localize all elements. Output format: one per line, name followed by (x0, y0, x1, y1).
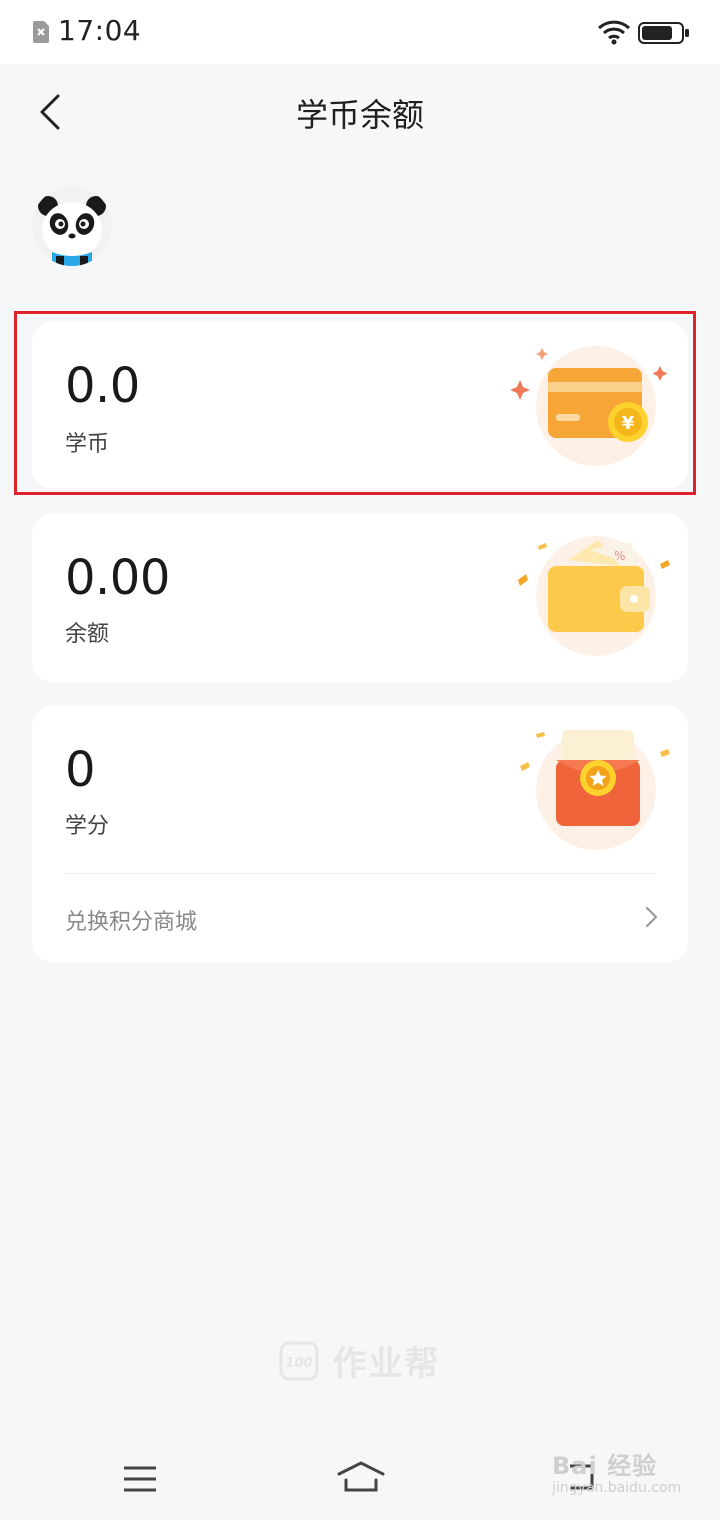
balance-label: 余额 (65, 622, 110, 647)
coin-value: 0.0 (65, 358, 140, 414)
brand-name: 作业帮 (332, 1344, 441, 1384)
header: 学币余额 (0, 64, 720, 160)
brand-footer: 100 作业帮 (0, 1336, 720, 1386)
100-logo-icon: 100 (279, 1341, 319, 1380)
svg-text:%: % (614, 549, 625, 563)
coin-label: 学币 (65, 432, 110, 457)
svg-text:100: 100 (286, 1356, 313, 1371)
exchange-mall-link[interactable]: 兑换积分商城 (32, 874, 688, 962)
balance-card[interactable]: 0.00 余额 % (32, 514, 688, 682)
page-title: 学币余额 (295, 96, 424, 134)
exchange-mall-label: 兑换积分商城 (65, 910, 198, 935)
home-icon[interactable] (336, 1460, 386, 1494)
chevron-right-icon (645, 906, 658, 928)
sim-error-icon (33, 21, 49, 43)
status-bar: 17:04 (0, 0, 720, 64)
watermark: Bai 经验 jingyan.baidu.com (552, 1446, 692, 1504)
status-time: 17:04 (58, 14, 142, 47)
credit-card: 0 学分 兑换积分商城 (32, 706, 688, 962)
credit-label: 学分 (65, 814, 110, 839)
credit-value: 0 (65, 742, 96, 798)
panda-avatar-icon (32, 186, 112, 266)
wifi-icon (597, 20, 631, 45)
card-coin-icon: ¥ (510, 346, 668, 466)
battery-icon (638, 22, 689, 44)
menu-icon[interactable] (122, 1464, 158, 1494)
watermark-text: Bai 经验 (552, 1452, 658, 1480)
red-envelope-icon (520, 730, 670, 850)
coin-card[interactable]: 0.0 学币 ¥ (32, 322, 688, 488)
wallet-icon: % (518, 536, 670, 656)
avatar[interactable] (32, 186, 112, 266)
balance-value: 0.00 (65, 550, 170, 606)
watermark-url: jingyan.baidu.com (552, 1480, 682, 1496)
svg-text:¥: ¥ (622, 413, 635, 434)
